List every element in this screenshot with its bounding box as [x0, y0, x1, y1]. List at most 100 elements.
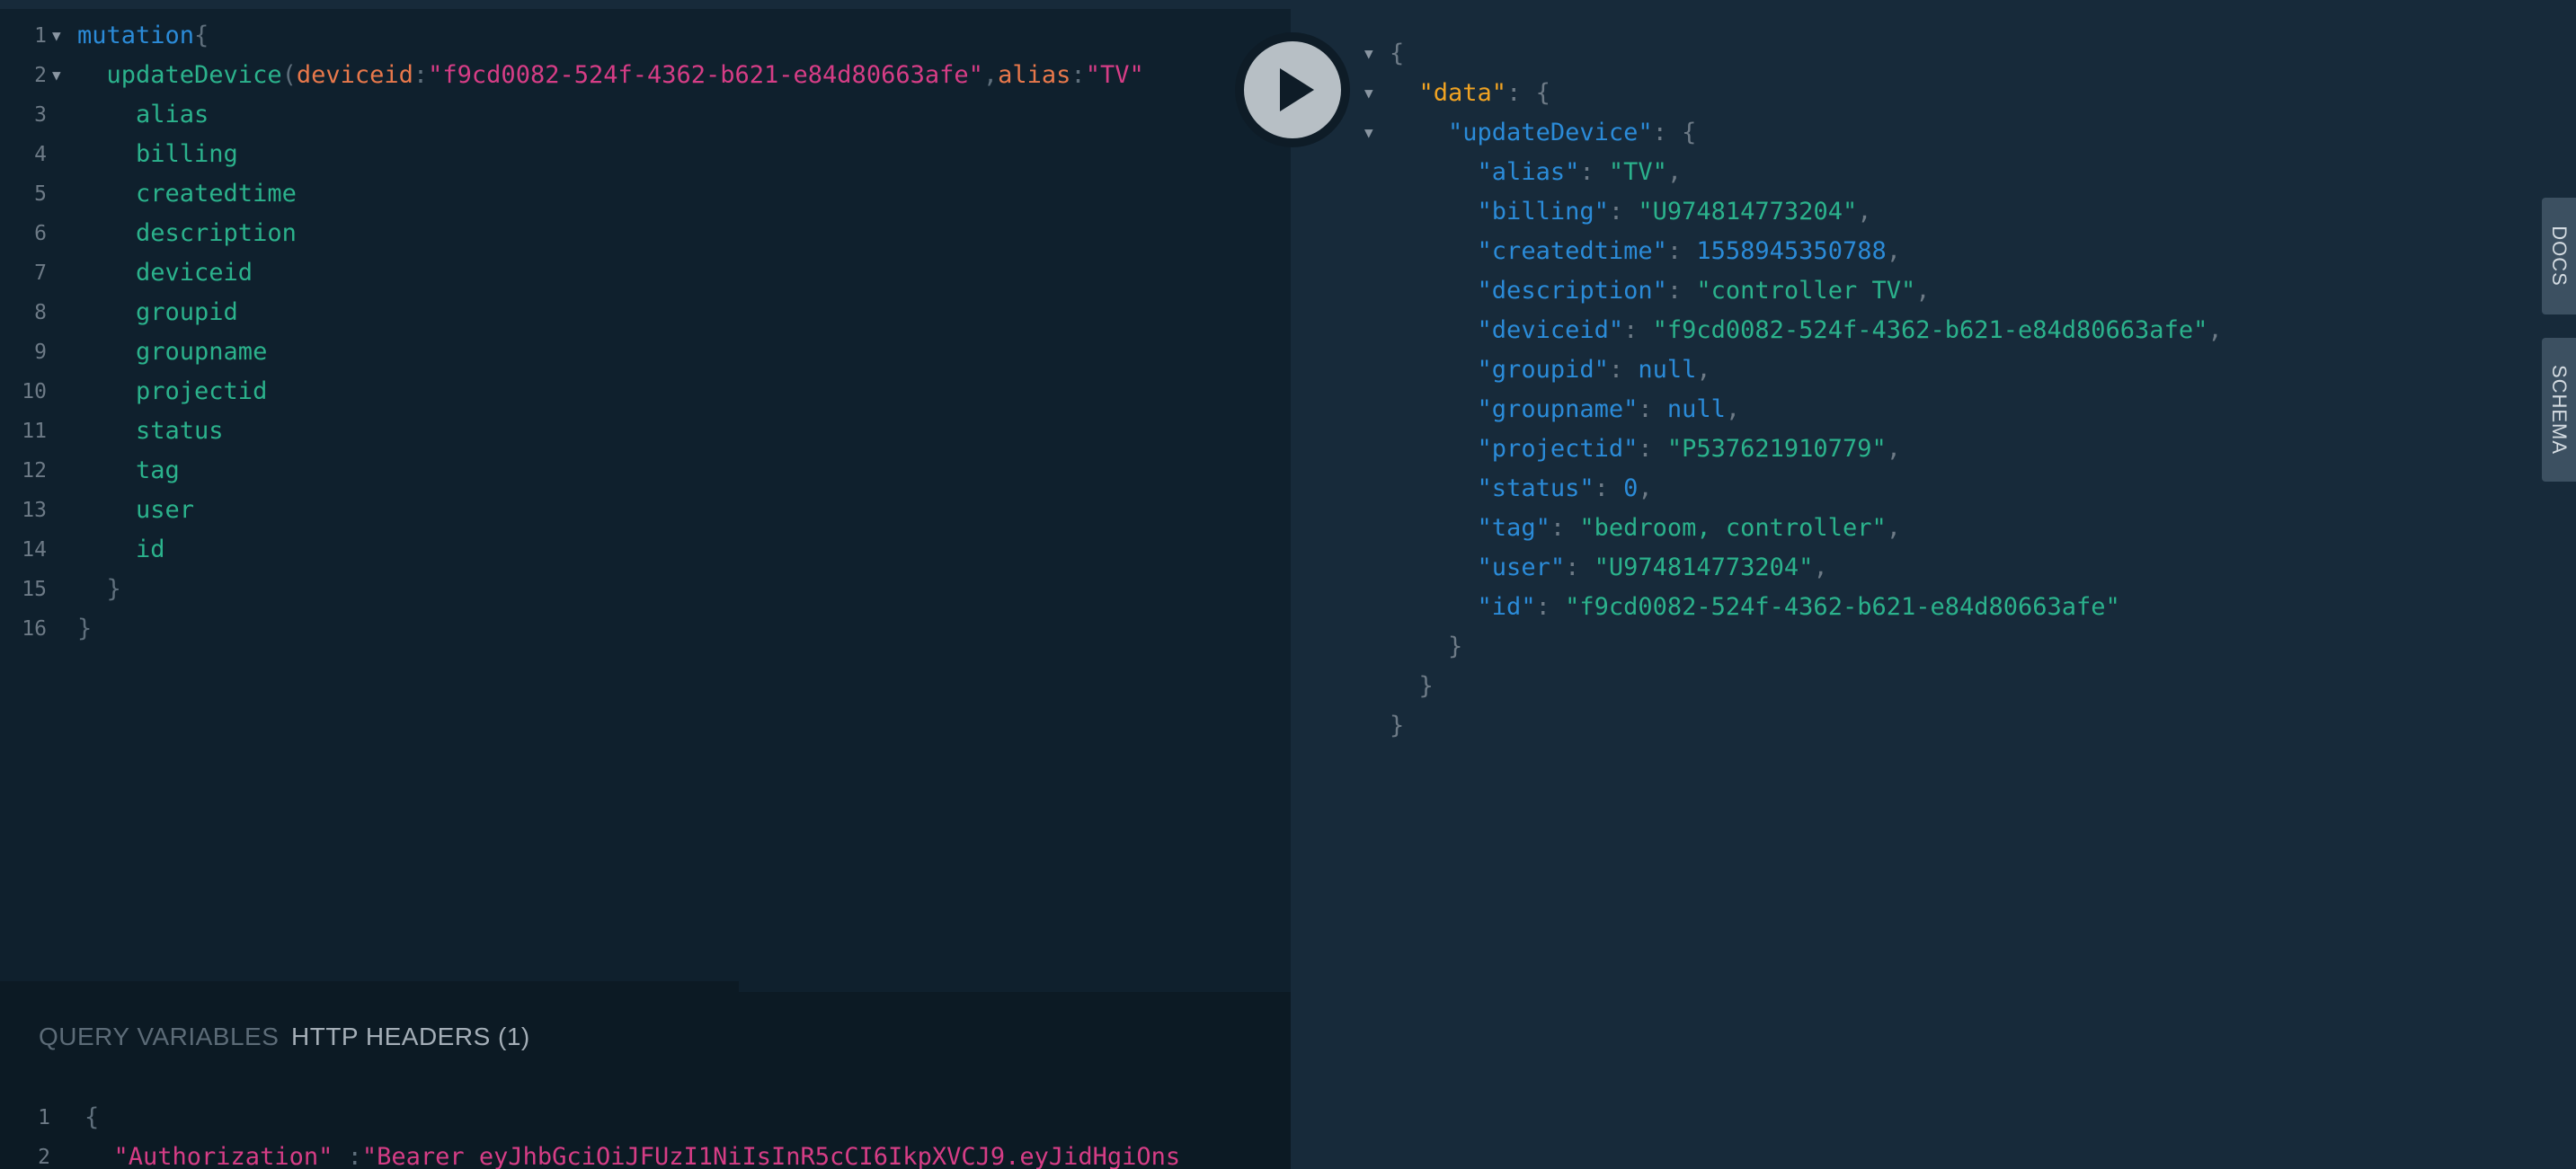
docs-tab-label: DOCS	[2548, 226, 2571, 287]
json-text: "createdtime": 1558945350788,	[1390, 232, 1901, 271]
json-text: "alias": "TV",	[1390, 153, 1683, 192]
json-token: "billing"	[1477, 198, 1609, 226]
schema-tab-label: SCHEMA	[2548, 364, 2571, 456]
line-number: 16	[22, 617, 47, 641]
code-token: "TV"	[1085, 61, 1144, 89]
result-line: }	[1291, 667, 2531, 706]
tab-http-headers[interactable]: HTTP HEADERS (1)	[291, 1021, 530, 1053]
json-token: "projectid"	[1477, 435, 1639, 463]
json-text: "billing": "U974814773204",	[1390, 192, 1872, 232]
editor-line[interactable]: 13 user	[0, 491, 1291, 530]
code-text: id	[77, 530, 165, 570]
json-token: 0	[1623, 474, 1639, 502]
editor-line[interactable]: 15 }	[0, 570, 1291, 609]
code-token: updateDevice	[77, 61, 282, 89]
result-line: "groupname": null,	[1291, 390, 2531, 430]
editor-line[interactable]: 14 id	[0, 530, 1291, 570]
editor-line[interactable]: 7 deviceid	[0, 253, 1291, 293]
code-text: "Authorization" :"Bearer eyJhbGciOiJFUzI…	[84, 1138, 1181, 1169]
json-token: :	[1608, 198, 1639, 226]
editor-line[interactable]: 3 alias	[0, 95, 1291, 135]
editor-line[interactable]: 1 ▼ mutation{	[0, 16, 1291, 56]
line-number: 10	[22, 380, 47, 403]
json-token: "id"	[1477, 593, 1536, 621]
json-text: "groupname": null,	[1390, 390, 1741, 430]
json-token: {	[1390, 40, 1405, 67]
chevron-down-icon[interactable]: ▼	[52, 16, 61, 56]
json-token: :	[1535, 593, 1566, 621]
line-number: 2	[34, 64, 47, 87]
line-number: 5	[34, 182, 47, 206]
code-text: user	[77, 491, 194, 530]
schema-tab[interactable]: SCHEMA	[2542, 338, 2576, 482]
json-token: "data"	[1418, 79, 1507, 107]
code-text: deviceid	[77, 253, 253, 293]
execute-query-button[interactable]	[1244, 41, 1341, 138]
code-token: }	[77, 575, 121, 603]
editor-line[interactable]: 6 description	[0, 214, 1291, 253]
editor-line[interactable]: 9 groupname	[0, 332, 1291, 372]
header-token: "Bearer eyJhbGciOiJFUzI1NiIsInR5cCI6IkpX…	[361, 1143, 1181, 1169]
query-editor[interactable]: 1 ▼ mutation{2 ▼ updateDevice(deviceid:"f9c…	[0, 9, 1291, 990]
line-number: 8	[34, 301, 47, 324]
json-text: "status": 0,	[1390, 469, 1653, 509]
result-line: "projectid": "P537621910779",	[1291, 430, 2531, 469]
code-text: groupname	[77, 332, 267, 372]
header-line[interactable]: 1{	[0, 1098, 1291, 1138]
result-line: "user": "U974814773204",	[1291, 548, 2531, 588]
result-pane: ▼{▼ "data": {▼ "updateDevice": { "alias"…	[1291, 0, 2576, 1169]
json-token: ,	[1725, 395, 1741, 423]
json-token: "f9cd0082-524f-4362-b621-e84d80663afe"	[1565, 593, 2120, 621]
editor-line[interactable]: 4 billing	[0, 135, 1291, 174]
json-token: "updateDevice"	[1448, 119, 1653, 146]
json-text: }	[1390, 667, 1434, 706]
editor-line[interactable]: 16}	[0, 609, 1291, 649]
editor-line[interactable]: 12 tag	[0, 451, 1291, 491]
editor-line[interactable]: 10 projectid	[0, 372, 1291, 412]
header-line[interactable]: 2 "Authorization" :"Bearer eyJhbGciOiJFU…	[0, 1138, 1291, 1169]
editor-line[interactable]: 11 status	[0, 412, 1291, 451]
code-token: alias	[998, 61, 1071, 89]
result-line: "id": "f9cd0082-524f-4362-b621-e84d80663…	[1291, 588, 2531, 627]
line-number: 11	[22, 420, 47, 443]
json-token: "P537621910779"	[1666, 435, 1887, 463]
code-token: alias	[77, 101, 209, 128]
code-token: "f9cd0082-524f-4362-b621-e84d80663afe"	[428, 61, 983, 89]
line-number: 15	[22, 578, 47, 601]
header-token: {	[84, 1103, 100, 1131]
code-token: projectid	[77, 377, 268, 405]
editor-line[interactable]: 8 groupid	[0, 293, 1291, 332]
chevron-down-icon[interactable]: ▼	[1364, 34, 1373, 74]
line-number: 7	[34, 261, 47, 285]
json-token: :	[1638, 395, 1667, 423]
json-token: 1558945350788	[1696, 237, 1887, 265]
json-token: "user"	[1477, 554, 1566, 581]
editor-line[interactable]: 2 ▼ updateDevice(deviceid:"f9cd0082-524f-…	[0, 56, 1291, 95]
chevron-down-icon[interactable]: ▼	[52, 56, 61, 95]
code-text: }	[77, 609, 92, 649]
json-token: ,	[1857, 198, 1872, 226]
tab-query-variables[interactable]: QUERY VARIABLES	[39, 1021, 279, 1053]
json-token: ,	[1915, 277, 1931, 305]
result-line: "groupid": null,	[1291, 350, 2531, 390]
code-text: mutation{	[77, 16, 209, 56]
code-token: billing	[77, 140, 238, 168]
code-token: :	[413, 61, 429, 89]
docs-tab[interactable]: DOCS	[2542, 198, 2576, 314]
code-token: ,	[982, 61, 999, 89]
json-text: }	[1390, 627, 1462, 667]
editor-line[interactable]: 5 createdtime	[0, 174, 1291, 214]
result-line: "deviceid": "f9cd0082-524f-4362-b621-e84…	[1291, 311, 2531, 350]
json-token: ,	[1666, 158, 1683, 186]
chevron-down-icon[interactable]: ▼	[1364, 113, 1373, 153]
result-line: ▼ "updateDevice": {	[1291, 113, 2531, 153]
chevron-down-icon[interactable]: ▼	[1364, 74, 1373, 113]
